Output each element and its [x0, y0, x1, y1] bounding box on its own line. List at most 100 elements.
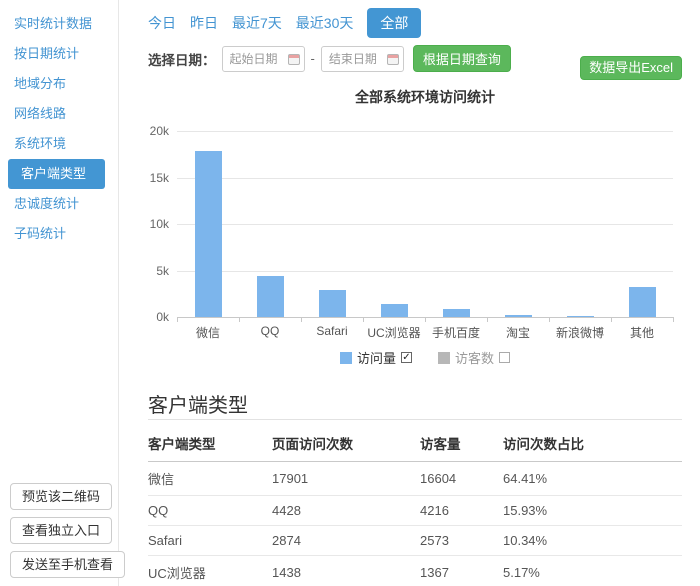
sidebar-footer: 预览该二维码查看独立入口发送至手机查看: [10, 483, 125, 585]
table-cell: 微信: [148, 462, 272, 496]
table-row: UC浏览器143813675.17%: [148, 556, 682, 586]
x-axis-tick: [425, 317, 426, 322]
calendar-icon[interactable]: [288, 54, 300, 65]
legend-item[interactable]: 访问量 ✓: [340, 348, 412, 367]
table-cell: 1438: [272, 556, 420, 586]
tab[interactable]: 今日: [148, 13, 176, 33]
sidebar-footer-button[interactable]: 查看独立入口: [10, 517, 112, 544]
table-cell: 4216: [420, 496, 503, 526]
legend-checkbox[interactable]: [499, 352, 510, 363]
bar: [195, 151, 222, 317]
gridline: [177, 178, 673, 179]
sidebar-item[interactable]: 子码统计: [8, 219, 105, 249]
table-cell: 17901: [272, 462, 420, 496]
sidebar-footer-button[interactable]: 预览该二维码: [10, 483, 112, 510]
legend-label: 访客数: [455, 348, 494, 367]
x-axis-category-label: 微信: [177, 324, 239, 341]
legend-label: 访问量: [357, 348, 396, 367]
x-axis-tick: [549, 317, 550, 322]
legend-checkbox[interactable]: ✓: [401, 352, 412, 363]
table-cell: Safari: [148, 526, 272, 556]
sidebar-nav: 实时统计数据按日期统计地域分布网络线路系统环境客户端类型忠诚度统计子码统计: [0, 0, 118, 249]
y-axis-tick-label: 0k: [129, 310, 169, 324]
x-axis-tick: [239, 317, 240, 322]
sidebar-item[interactable]: 网络线路: [8, 99, 105, 129]
date-range-label: 选择日期：: [148, 49, 216, 69]
section-divider: [148, 419, 682, 420]
x-axis-category-label: 手机百度: [425, 324, 487, 341]
table-cell: 4428: [272, 496, 420, 526]
gridline: [177, 271, 673, 272]
table-body: 微信179011660464.41%QQ4428421615.93%Safari…: [148, 462, 682, 586]
x-axis-tick: [301, 317, 302, 322]
table-cell: 2874: [272, 526, 420, 556]
table-cell: 1367: [420, 556, 503, 586]
legend-item[interactable]: 访客数: [438, 348, 510, 367]
table-cell: UC浏览器: [148, 556, 272, 586]
x-axis-category-label: UC浏览器: [363, 324, 425, 341]
bar: [443, 309, 470, 317]
table-header-row: 客户端类型页面访问次数访客量访问次数占比: [148, 424, 682, 462]
x-axis-tick: [363, 317, 364, 322]
sidebar-item[interactable]: 忠诚度统计: [8, 189, 105, 219]
sidebar-footer-button[interactable]: 发送至手机查看: [10, 551, 125, 578]
page: 实时统计数据按日期统计地域分布网络线路系统环境客户端类型忠诚度统计子码统计 预览…: [0, 0, 700, 586]
date-separator: -: [311, 51, 315, 66]
tab[interactable]: 全部: [367, 8, 421, 38]
legend-swatch: [438, 352, 450, 364]
chart-title: 全部系统环境访问统计: [177, 87, 673, 107]
x-axis-tick: [177, 317, 178, 322]
table-row: 微信179011660464.41%: [148, 462, 682, 496]
client-type-table: 客户端类型页面访问次数访客量访问次数占比 微信179011660464.41%Q…: [148, 424, 682, 586]
x-axis-tick: [611, 317, 612, 322]
table-cell: QQ: [148, 496, 272, 526]
export-excel-button[interactable]: 数据导出Excel: [580, 56, 682, 80]
sidebar-item[interactable]: 实时统计数据: [8, 9, 105, 39]
table-column-header: 客户端类型: [148, 424, 272, 462]
calendar-icon[interactable]: [387, 54, 399, 65]
x-axis-category-label: 新浪微博: [549, 324, 611, 341]
table-cell: 15.93%: [503, 496, 682, 526]
sidebar-item[interactable]: 系统环境: [8, 129, 105, 159]
sidebar-item[interactable]: 客户端类型: [8, 159, 105, 189]
end-date-field: [321, 46, 404, 72]
table-column-header: 访问次数占比: [503, 424, 682, 462]
y-axis-tick-label: 5k: [129, 264, 169, 278]
x-axis-category-label: QQ: [239, 324, 301, 338]
bar: [319, 290, 346, 317]
query-by-date-button[interactable]: 根据日期查询: [413, 45, 511, 72]
x-axis-category-label: Safari: [301, 324, 363, 338]
y-axis-tick-label: 10k: [129, 217, 169, 231]
date-filter-row: 选择日期： - 根据日期查询: [148, 45, 511, 72]
gridline: [177, 224, 673, 225]
y-axis-tick-label: 20k: [129, 124, 169, 138]
x-axis-tick: [673, 317, 674, 322]
gridline: [177, 131, 673, 132]
tab[interactable]: 昨日: [190, 13, 218, 33]
bar: [567, 316, 594, 317]
tab[interactable]: 最近7天: [232, 13, 282, 33]
table-row: Safari2874257310.34%: [148, 526, 682, 556]
start-date-field: [222, 46, 305, 72]
bar: [505, 315, 532, 317]
table-row: QQ4428421615.93%: [148, 496, 682, 526]
main-content: 今日昨日最近7天最近30天全部 选择日期： - 根据日期查询 数据导出Excel…: [120, 0, 700, 586]
tab[interactable]: 最近30天: [296, 13, 354, 33]
y-axis-tick-label: 15k: [129, 171, 169, 185]
sidebar-item[interactable]: 按日期统计: [8, 39, 105, 69]
table-cell: 16604: [420, 462, 503, 496]
table-cell: 5.17%: [503, 556, 682, 586]
bar-chart-plot-area: 0k5k10k15k20k微信QQSafariUC浏览器手机百度淘宝新浪微博其他: [177, 132, 673, 318]
date-range-tabs: 今日昨日最近7天最近30天全部: [148, 9, 421, 36]
legend-swatch: [340, 352, 352, 364]
bar: [629, 287, 656, 317]
bar: [257, 276, 284, 317]
table-cell: 64.41%: [503, 462, 682, 496]
bar: [381, 304, 408, 317]
x-axis-category-label: 淘宝: [487, 324, 549, 341]
table-cell: 2573: [420, 526, 503, 556]
sidebar-item[interactable]: 地域分布: [8, 69, 105, 99]
table-cell: 10.34%: [503, 526, 682, 556]
x-axis-tick: [487, 317, 488, 322]
sidebar: 实时统计数据按日期统计地域分布网络线路系统环境客户端类型忠诚度统计子码统计 预览…: [0, 0, 119, 586]
